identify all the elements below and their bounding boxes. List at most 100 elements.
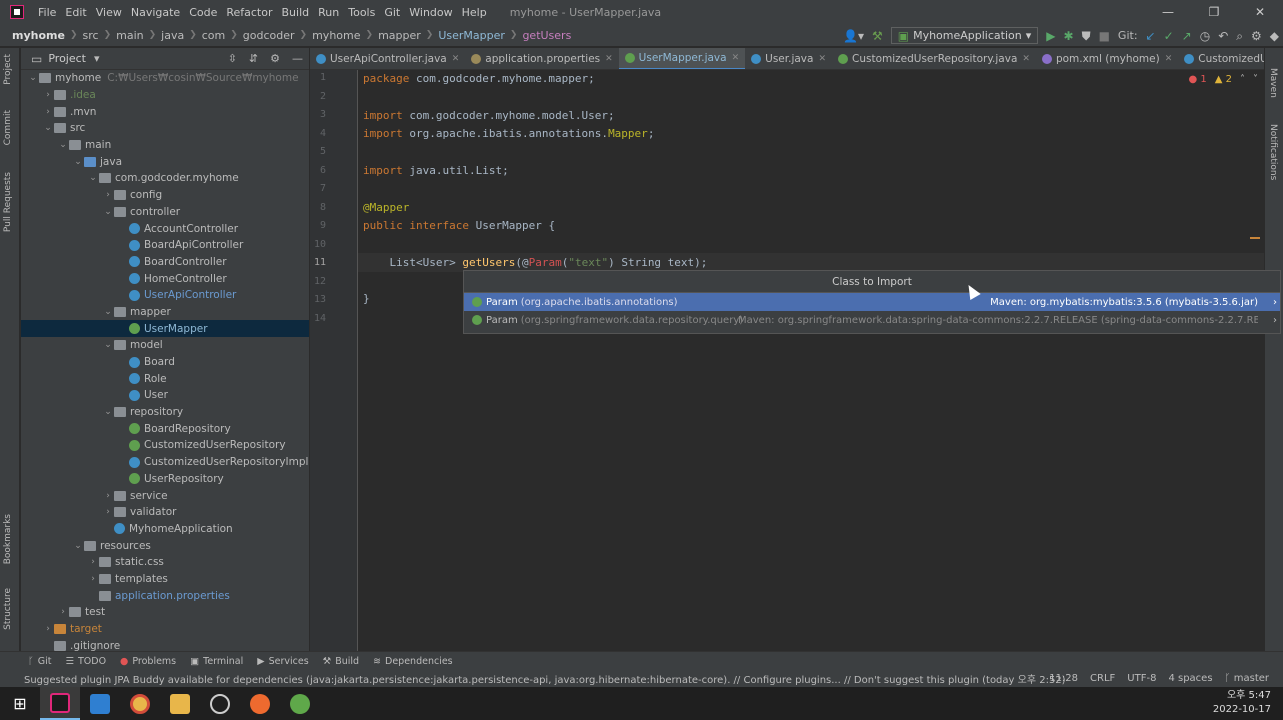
heidisql-taskbar-icon[interactable] [280,687,320,720]
menu-item[interactable]: Refactor [226,6,272,19]
tree-item[interactable]: Role [21,370,309,387]
tree-item[interactable]: ⌄ resources [21,537,309,554]
chevron-down-icon[interactable]: ⌄ [102,407,114,417]
tool-tab-notifications[interactable]: Notifications [1268,124,1278,180]
chevron-right-icon[interactable]: › [102,507,114,517]
menu-item[interactable]: Build [282,6,310,19]
menu-item[interactable]: View [96,6,122,19]
history-icon[interactable]: ◷ [1200,30,1210,42]
chevron-down-icon[interactable]: ⌄ [27,73,39,83]
tool-tab-bookmarks[interactable]: Bookmarks [3,514,13,564]
tree-item[interactable]: › templates [21,571,309,588]
chevron-down-icon[interactable]: ⌄ [57,140,69,150]
breadcrumb-item[interactable]: java [161,29,184,42]
tree-item[interactable]: UserApiController [21,287,309,304]
breadcrumb-item[interactable]: main [116,29,143,42]
chevron-right-icon[interactable]: › [42,624,54,634]
breadcrumb-item[interactable]: com [202,29,226,42]
jetbrains-icon[interactable]: ◆ [1270,30,1279,42]
editor-tab[interactable]: CustomizedUserRep✕ [1178,48,1264,69]
chevron-right-icon[interactable]: › [87,557,99,567]
breadcrumb-item[interactable]: UserMapper [438,29,505,42]
hammer-icon[interactable]: ⚒ [872,30,883,42]
menu-item[interactable]: Tools [348,6,375,19]
tree-item[interactable]: › validator [21,504,309,521]
close-tab-icon[interactable]: ✕ [732,53,740,63]
tree-item[interactable]: BoardController [21,254,309,271]
tool-window-button[interactable]: ▶ Services [257,656,308,667]
menu-item[interactable]: Navigate [131,6,180,19]
tree-item[interactable]: MyhomeApplication [21,521,309,538]
commit-icon[interactable]: ✓ [1164,30,1174,42]
tree-item[interactable]: ⌄ myhome C:₩Users₩cosin₩Source₩myhome [21,70,309,87]
caret-position[interactable]: 11:28 [1049,673,1078,684]
breadcrumb-item[interactable]: mapper [378,29,421,42]
tree-item[interactable]: › service [21,487,309,504]
run-icon[interactable]: ▶ [1046,30,1055,42]
tree-item[interactable]: ⌄ main [21,137,309,154]
chevron-down-icon[interactable]: ⌄ [87,173,99,183]
menu-item[interactable]: Edit [65,6,86,19]
tool-tab-structure[interactable]: Structure [3,588,13,630]
tree-item[interactable]: › .mvn [21,103,309,120]
close-tab-icon[interactable]: ✕ [1165,54,1173,64]
chevron-down-icon[interactable]: ▾ [94,52,100,65]
menu-item[interactable]: Window [409,6,452,19]
chrome-taskbar-icon[interactable] [120,687,160,720]
close-tab-icon[interactable]: ✕ [605,54,613,64]
gear-icon[interactable]: ⚙ [1251,30,1262,42]
user-icon[interactable]: 👤▾ [843,30,864,42]
git-branch[interactable]: ᚴ master [1225,673,1269,684]
tree-item[interactable]: AccountController [21,220,309,237]
project-panel-title[interactable]: Project [48,52,86,65]
tree-item[interactable]: ⌄ java [21,153,309,170]
chevron-down-icon[interactable]: ⌄ [72,157,84,167]
chevron-down-icon[interactable]: ⌄ [42,123,54,133]
tree-item[interactable]: User [21,387,309,404]
tool-window-button[interactable]: ☰ TODO [65,656,106,667]
editor-tab[interactable]: User.java ✕ [745,48,832,69]
chevron-down-icon[interactable]: ⌄ [72,541,84,551]
tree-item[interactable]: ⌄ model [21,337,309,354]
stop-icon[interactable]: ■ [1099,30,1110,42]
file-explorer-taskbar-icon[interactable] [160,687,200,720]
search-icon[interactable]: ⌕ [1236,30,1243,42]
tool-window-button[interactable]: ● Problems [120,656,176,667]
github-taskbar-icon[interactable] [200,687,240,720]
expand-all-icon[interactable]: ⇳ [228,52,237,65]
postman-taskbar-icon[interactable] [240,687,280,720]
push-icon[interactable]: ↗ [1182,30,1192,42]
chevron-right-icon[interactable]: › [42,90,54,100]
tree-item[interactable]: application.properties [21,587,309,604]
chevron-right-icon[interactable]: › [1273,297,1277,308]
tool-window-button[interactable]: ᚴ Git [28,656,51,667]
inspection-status[interactable]: ● 1 ▲ 2 ˄ ˅ [1188,74,1258,85]
chevron-up-icon[interactable]: ˄ [1240,74,1245,85]
tool-window-button[interactable]: ▣ Terminal [190,656,243,667]
chevron-down-icon[interactable]: ˅ [1253,74,1258,85]
close-tab-icon[interactable]: ✕ [452,54,460,64]
tool-window-button[interactable]: ≋ Dependencies [373,656,453,667]
close-tab-icon[interactable]: ✕ [818,54,826,64]
hide-icon[interactable]: — [292,52,303,65]
import-option[interactable]: Param (org.apache.ibatis.annotations) Ma… [464,293,1280,311]
minimize-icon[interactable]: — [1145,0,1191,24]
tool-tab-maven[interactable]: Maven [1268,68,1278,98]
tree-item[interactable]: CustomizedUserRepositoryImpl [21,454,309,471]
coverage-icon[interactable]: ⛊ [1082,30,1091,42]
tool-tab-commit[interactable]: Commit [3,110,13,145]
tool-window-button[interactable]: ⚒ Build [323,656,359,667]
editor-tab[interactable]: application.properties ✕ [465,48,618,69]
breadcrumb-item[interactable]: myhome [12,29,65,42]
run-config-select[interactable]: ▣ MyhomeApplication ▾ [890,27,1039,44]
chevron-right-icon[interactable]: › [102,491,114,501]
tree-item[interactable]: UserRepository [21,471,309,488]
restore-icon[interactable]: ❐ [1191,0,1237,24]
tree-item[interactable]: .gitignore [21,637,309,651]
system-clock[interactable]: 오후 5:47 2022-10-17 [1213,689,1271,717]
close-tab-icon[interactable]: ✕ [1022,54,1030,64]
chevron-right-icon[interactable]: › [102,190,114,200]
code-editor[interactable]: package com.godcoder.myhome.mapper; impo… [358,70,1264,651]
tree-item[interactable]: BoardApiController [21,237,309,254]
tree-item[interactable]: › .idea [21,87,309,104]
